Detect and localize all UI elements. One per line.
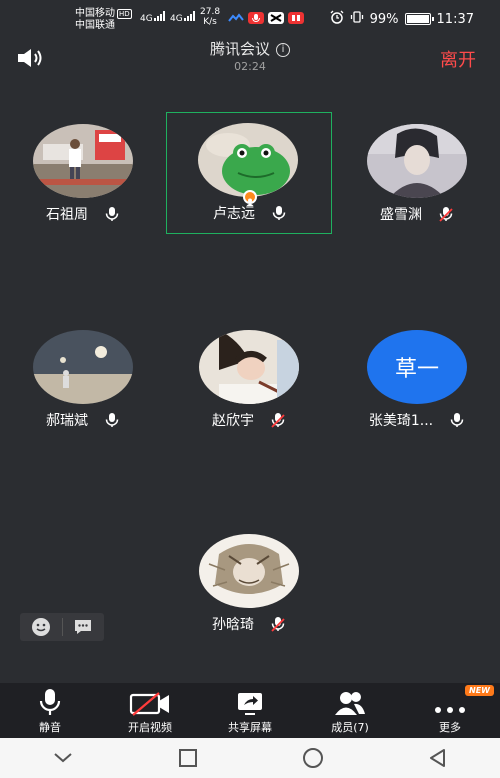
hd-badge: HD bbox=[117, 9, 132, 19]
participant-tile[interactable]: 石祖周 bbox=[0, 112, 166, 234]
participant-name: 卢志远 bbox=[213, 206, 255, 222]
participant-name-row: 赵欣宇 bbox=[166, 410, 332, 430]
network-type-2: 4G bbox=[170, 14, 183, 24]
members-label: 成员(7) bbox=[331, 721, 369, 734]
participant-name-row: 盛雪渊 bbox=[334, 204, 500, 224]
system-navigation-bar bbox=[0, 738, 500, 778]
text-avatar: 草一 bbox=[367, 330, 467, 404]
carrier-info: 中国移动 HD 中国联通 bbox=[75, 8, 132, 32]
participant-name-row: 石祖周 bbox=[0, 204, 166, 224]
participant-tile[interactable]: 赵欣宇 bbox=[166, 318, 332, 440]
avatar bbox=[367, 124, 467, 198]
participant-tile[interactable]: 盛雪渊 bbox=[334, 112, 500, 234]
participant-name-row: 张美琦1... bbox=[334, 410, 500, 430]
members-icon bbox=[334, 686, 366, 716]
share-screen-label: 共享屏幕 bbox=[228, 721, 272, 734]
mic-on-icon bbox=[104, 412, 120, 428]
clock: 11:37 bbox=[436, 11, 474, 27]
start-video-button[interactable]: 开启视频 bbox=[100, 683, 200, 738]
meeting-title[interactable]: 腾讯会议 i bbox=[0, 38, 500, 59]
more-dots-icon bbox=[432, 686, 468, 716]
capcut-icon bbox=[268, 12, 284, 24]
battery-percent: 99% bbox=[369, 11, 399, 27]
meeting-title-text: 腾讯会议 bbox=[209, 40, 270, 58]
battery-icon bbox=[404, 13, 434, 25]
share-screen-button[interactable]: 共享屏幕 bbox=[200, 683, 300, 738]
participant-name: 赵欣宇 bbox=[212, 413, 254, 429]
alarm-icon bbox=[330, 10, 344, 28]
mic-on-icon bbox=[104, 206, 120, 222]
participant-name-row: 卢志远 bbox=[167, 203, 333, 223]
more-button[interactable]: NEW 更多 bbox=[400, 683, 500, 738]
info-icon[interactable]: i bbox=[276, 43, 290, 57]
more-label: 更多 bbox=[439, 721, 461, 734]
participant-tile[interactable]: 孙晗琦 bbox=[166, 522, 332, 644]
host-badge-icon bbox=[243, 190, 257, 206]
start-video-label: 开启视频 bbox=[128, 721, 172, 734]
avatar bbox=[33, 124, 133, 198]
app-gift-icon bbox=[288, 12, 304, 24]
microphone-icon bbox=[39, 686, 61, 716]
meeting-header: 腾讯会议 i 02:24 离开 bbox=[0, 34, 500, 80]
participant-name-row: 郝瑞斌 bbox=[0, 410, 166, 430]
participant-tile-active[interactable]: 卢志远 bbox=[166, 112, 332, 234]
mic-muted-icon bbox=[270, 616, 286, 632]
video-off-icon bbox=[129, 686, 171, 716]
participant-tile[interactable]: 郝瑞斌 bbox=[0, 318, 166, 440]
meeting-toolbar: 静音 开启视频 共享屏幕 成员(7) NEW 更多 bbox=[0, 683, 500, 738]
mic-on-icon bbox=[271, 205, 287, 221]
chevron-down-icon[interactable] bbox=[33, 738, 93, 778]
signal-icon: 4G bbox=[140, 11, 165, 24]
signal-icon: 4G bbox=[170, 11, 195, 24]
mic-muted-icon bbox=[270, 412, 286, 428]
avatar bbox=[199, 534, 299, 608]
participant-name-row: 孙晗琦 bbox=[166, 614, 332, 634]
avatar bbox=[33, 330, 133, 404]
status-right: 99% 11:37 bbox=[330, 10, 474, 28]
carrier-1: 中国移动 bbox=[75, 8, 115, 19]
recent-apps-icon[interactable] bbox=[158, 738, 218, 778]
network-type-1: 4G bbox=[140, 14, 153, 24]
participant-name: 孙晗琦 bbox=[212, 617, 254, 633]
status-bar: 中国移动 HD 中国联通 4G 4G 27.8 K/s 99% 11:37 bbox=[0, 0, 500, 34]
app-notification-icon bbox=[228, 12, 244, 24]
participant-tile[interactable]: 草一 张美琦1... bbox=[334, 318, 500, 440]
mic-on-icon bbox=[449, 412, 465, 428]
speed-value: 27.8 bbox=[200, 7, 221, 17]
new-badge: NEW bbox=[465, 685, 494, 696]
back-icon[interactable] bbox=[408, 738, 468, 778]
participant-name: 石祖周 bbox=[46, 207, 88, 223]
meeting-duration: 02:24 bbox=[234, 60, 266, 73]
avatar bbox=[198, 123, 298, 197]
share-screen-icon bbox=[237, 686, 263, 716]
participant-name: 郝瑞斌 bbox=[46, 413, 88, 429]
home-icon[interactable] bbox=[283, 738, 343, 778]
voice-recorder-icon bbox=[248, 12, 264, 24]
network-speed: 27.8 K/s bbox=[200, 7, 220, 27]
vibrate-icon bbox=[350, 10, 364, 28]
leave-button[interactable]: 离开 bbox=[440, 46, 476, 72]
chat-icon[interactable] bbox=[62, 613, 104, 641]
avatar bbox=[199, 330, 299, 404]
quick-actions-bar bbox=[20, 613, 104, 641]
speed-unit: K/s bbox=[203, 17, 217, 27]
mic-muted-icon bbox=[438, 206, 454, 222]
mute-button[interactable]: 静音 bbox=[0, 683, 100, 738]
carrier-2: 中国联通 bbox=[75, 20, 115, 31]
members-button[interactable]: 成员(7) bbox=[300, 683, 400, 738]
participant-name: 盛雪渊 bbox=[380, 207, 422, 223]
participant-name: 张美琦1... bbox=[368, 413, 434, 429]
mute-label: 静音 bbox=[39, 721, 61, 734]
emoji-icon[interactable] bbox=[20, 613, 62, 641]
